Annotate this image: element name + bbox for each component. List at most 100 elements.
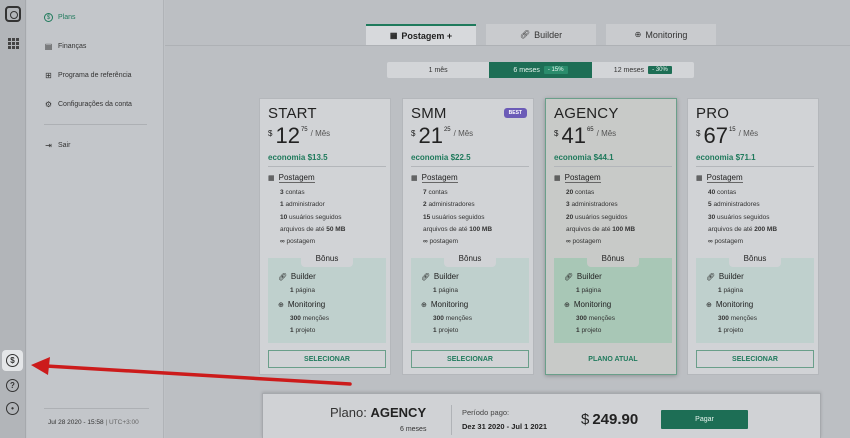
select-plan-button[interactable]: SELECIONAR — [696, 350, 814, 368]
price-currency: $ — [696, 129, 701, 138]
link-icon: 🔗︎ — [278, 273, 287, 281]
bonus-box: Bônus 🔗︎ Builder 1 página ⊕ Monitoring 3… — [268, 252, 386, 343]
gear-icon: ⚙ — [44, 100, 53, 109]
tab-label: Monitoring — [645, 29, 688, 40]
plan-feature: 15 usuários seguidos — [423, 213, 485, 221]
section-title: Postagem — [278, 173, 315, 183]
sidebar-item-account-settings[interactable]: ⚙ Configurações da conta — [44, 100, 132, 109]
bonus-builder-detail: 1 página — [576, 287, 601, 294]
sidebar-item-label: Plans — [58, 14, 76, 21]
plan-feature: 20 usuários seguidos — [566, 213, 628, 221]
bonus-monitoring-mentions: 300 menções — [433, 315, 473, 322]
instagram-logo-icon[interactable] — [5, 6, 21, 22]
postagem-section: ▦ Postagem — [554, 173, 601, 183]
link-icon: 🔗︎ — [564, 273, 573, 281]
bonus-box: Bônus 🔗︎ Builder 1 página ⊕ Monitoring 3… — [554, 252, 672, 343]
user-icon[interactable]: • — [6, 402, 19, 415]
plan-card-agency: AGENCY $ 41 65 / Mês economia $44.1 ▦ Po… — [545, 98, 677, 375]
tab-label: Postagem + — [401, 30, 453, 41]
globe-icon: ⊕ — [634, 30, 642, 39]
plan-card-pro: PRO $ 67 15 / Mês economia $71.1 ▦ Posta… — [687, 98, 819, 375]
bonus-box: Bônus 🔗︎ Builder 1 página ⊕ Monitoring 3… — [696, 252, 814, 343]
bonus-builder-detail: 1 página — [290, 287, 315, 294]
price-currency: $ — [268, 129, 273, 138]
price-integer: 67 — [703, 123, 728, 148]
apps-grid-icon[interactable] — [8, 38, 19, 49]
bonus-monitoring: ⊕ Monitoring — [564, 300, 612, 309]
section-title: Postagem — [421, 173, 458, 183]
tab-monitoring[interactable]: ⊕ Monitoring — [606, 24, 716, 45]
period-12-months[interactable]: 12 meses - 30% — [592, 62, 694, 78]
price-integer: 21 — [418, 123, 443, 148]
sidebar-item-label: Configurações da conta — [58, 101, 132, 108]
link-icon: 🔗︎ — [519, 30, 531, 39]
period-1-month[interactable]: 1 mês — [387, 62, 489, 78]
billing-period-selector: 1 mês 6 meses - 15% 12 meses - 30% — [387, 62, 694, 78]
footer-timezone: UTC+3:00 — [108, 419, 139, 426]
bonus-label: Bônus — [729, 252, 781, 267]
price-decimal: 75 — [300, 127, 308, 133]
plan-name: START — [268, 105, 317, 122]
sidebar: $ Plans ▤ Finanças ⊞ Programa de referên… — [27, 0, 164, 438]
pay-button[interactable]: Pagar — [661, 410, 748, 429]
select-plan-button[interactable]: SELECIONAR — [411, 350, 529, 368]
plan-features: 3 contas 1 administrador 10 usuários segui… — [280, 187, 345, 248]
postagem-section: ▦ Postagem — [268, 173, 315, 183]
bonus-monitoring: ⊕ Monitoring — [421, 300, 469, 309]
card-divider — [411, 166, 529, 167]
plan-name: AGENCY — [554, 105, 619, 122]
sidebar-item-referral[interactable]: ⊞ Programa de referência — [44, 71, 131, 80]
link-icon: 🔗︎ — [706, 273, 715, 281]
product-tabs: ▦ Postagem + 🔗︎ Builder ⊕ Monitoring — [366, 24, 716, 45]
sidebar-item-finances[interactable]: ▤ Finanças — [44, 42, 87, 51]
plan-feature: ∞ postagem — [280, 238, 315, 246]
plan-savings: economia $22.5 — [411, 153, 471, 162]
plan-features: 40 contas 5 administradores 30 usuários se… — [708, 187, 777, 248]
sidebar-footer: Jul 28 2020 - 15:58 | UTC+3:00 — [48, 419, 139, 426]
header-divider — [165, 45, 850, 46]
plan-price: $ 41 65 / Mês — [554, 125, 616, 147]
price-decimal: 25 — [443, 127, 451, 133]
infinity-icon: ∞ — [423, 238, 428, 246]
plan-feature: arquivos de até 100 MB — [423, 225, 493, 233]
tab-postagem[interactable]: ▦ Postagem + — [366, 24, 476, 45]
period-label: 1 mês — [428, 66, 448, 74]
bonus-monitoring-mentions: 300 menções — [718, 315, 758, 322]
card-divider — [268, 166, 386, 167]
bonus-monitoring-projects: 1 projeto — [290, 327, 316, 334]
period-label: 6 meses — [513, 66, 540, 74]
paid-period-range: Dez 31 2020 - Jul 1 2021 — [462, 422, 548, 431]
plan-feature: ∞ postagem — [566, 238, 601, 246]
tab-builder[interactable]: 🔗︎ Builder — [486, 24, 596, 45]
globe-icon: ⊕ — [421, 301, 427, 309]
discount-badge: - 15% — [543, 66, 568, 74]
bonus-box: Bônus 🔗︎ Builder 1 página ⊕ Monitoring 3… — [411, 252, 529, 343]
help-icon[interactable]: ? — [6, 379, 19, 392]
main-content: ▦ Postagem + 🔗︎ Builder ⊕ Monitoring 1 m… — [165, 0, 850, 438]
sidebar-footer-divider — [44, 408, 149, 409]
period-6-months[interactable]: 6 meses - 15% — [489, 62, 592, 78]
plan-feature: 5 administradores — [708, 201, 760, 209]
plan-feature: arquivos de até 100 MB — [566, 225, 636, 233]
plan-savings: economia $71.1 — [696, 153, 756, 162]
gift-icon: ⊞ — [45, 71, 52, 80]
plan-feature: 3 contas — [280, 189, 305, 196]
sidebar-item-logout[interactable]: ⇥ Sair — [44, 141, 70, 150]
section-title: Postagem — [564, 173, 601, 183]
select-plan-button[interactable]: SELECIONAR — [268, 350, 386, 368]
plan-savings: economia $44.1 — [554, 153, 614, 162]
plan-card-smm: SMM BEST $ 21 25 / Mês economia $22.5 ▦ … — [402, 98, 534, 375]
bonus-label: Bônus — [444, 252, 496, 267]
summary-months: 6 meses — [400, 426, 427, 433]
plan-feature: arquivos de até 50 MB — [280, 225, 346, 233]
calendar-icon: ▦ — [389, 31, 398, 40]
dollar-circle-icon[interactable]: $ — [6, 354, 19, 367]
discount-badge: - 30% — [648, 66, 672, 74]
card-divider — [696, 166, 814, 167]
paid-period-label: Período pago: — [462, 408, 510, 417]
plan-price: $ 12 75 / Mês — [268, 125, 330, 147]
price-decimal: 15 — [728, 127, 736, 133]
globe-icon: ⊕ — [278, 301, 284, 309]
sidebar-item-plans[interactable]: $ Plans — [44, 13, 76, 22]
plan-feature: 10 usuários seguidos — [280, 213, 342, 221]
